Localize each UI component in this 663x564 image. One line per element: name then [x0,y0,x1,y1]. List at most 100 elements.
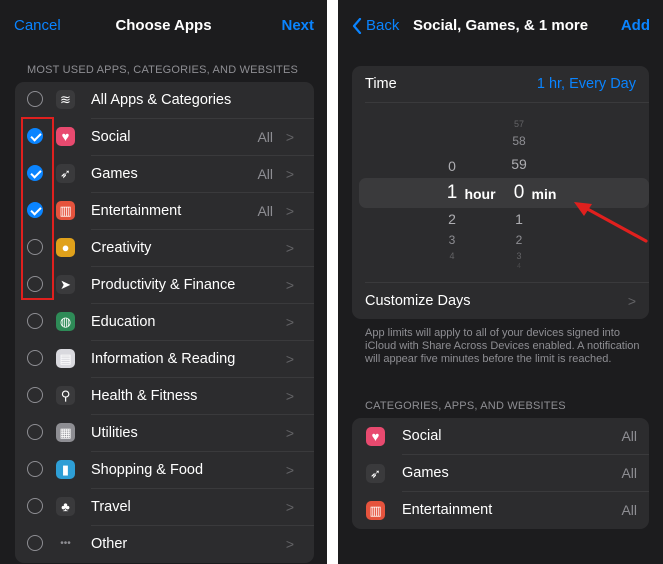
category-label: Games [91,166,138,182]
category-row[interactable]: ▤ Information & Reading > [15,341,314,378]
minute-unit-label: min [531,186,557,202]
selected-category-row[interactable]: ➶ Games All [352,455,649,492]
chevron-right-icon[interactable]: > [286,240,294,256]
category-value: All [257,129,273,145]
category-label: Games [402,465,449,481]
category-row[interactable]: ♣ Travel > [15,489,314,526]
category-row[interactable]: ⚲ Health & Fitness > [15,378,314,415]
chevron-right-icon[interactable]: > [286,425,294,441]
checkbox-unchecked[interactable] [27,498,43,514]
category-label: Utilities [91,425,138,441]
category-label: Entertainment [402,502,493,518]
category-row[interactable]: ▮ Shopping & Food > [15,452,314,489]
minute-option[interactable]: 1 [504,211,534,227]
time-label: Time [365,76,397,92]
category-row[interactable]: ••• Other > [15,526,314,563]
category-row[interactable]: ≋ All Apps & Categories [15,82,314,119]
customize-days-label: Customize Days [365,293,471,309]
category-value: All [621,502,637,518]
category-value: All [257,166,273,182]
hour-option[interactable]: 2 [437,211,467,227]
next-button[interactable]: Next [281,17,314,34]
hour-option[interactable]: 0 [437,158,467,174]
section-header: MOST USED APPS, CATEGORIES, AND WEBSITES [27,64,299,76]
hour-option[interactable]: 4 [437,251,467,261]
checkbox-unchecked[interactable] [27,350,43,366]
category-value: All [257,203,273,219]
paper-plane-icon: ➤ [56,275,75,294]
popcorn-icon: ▥ [56,201,75,220]
category-row[interactable]: ● Creativity > [15,230,314,267]
add-button[interactable]: Add [621,17,650,34]
category-row[interactable]: ➤ Productivity & Finance > [15,267,314,304]
category-label: Social [91,129,131,145]
shopping-bag-icon: ▮ [56,460,75,479]
calculator-icon: ▦ [56,423,75,442]
category-label: Entertainment [91,203,182,219]
chevron-right-icon: > [627,293,636,309]
stack-icon: ≋ [56,90,75,109]
category-row[interactable]: ♥ Social All > [15,119,314,156]
category-value: All [621,428,637,444]
chevron-right-icon[interactable]: > [286,536,294,552]
category-label: Information & Reading [91,351,236,367]
category-row[interactable]: ▦ Utilities > [15,415,314,452]
minute-option[interactable]: 2 [504,233,534,247]
category-label: Travel [91,499,131,515]
checkbox-unchecked[interactable] [27,424,43,440]
category-label: Social [402,428,442,444]
page-title: Choose Apps [115,17,212,34]
bicycle-icon: ⚲ [56,386,75,405]
minute-option[interactable]: 59 [504,156,534,172]
category-label: Productivity & Finance [91,277,236,293]
category-label: Education [91,314,156,330]
category-label: Health & Fitness [91,388,198,404]
chevron-right-icon[interactable]: > [286,462,294,478]
selected-category-row[interactable]: ♥ Social All [352,418,649,455]
checkbox-unchecked[interactable] [27,535,43,551]
chevron-right-icon[interactable]: > [286,499,294,515]
hour-unit-label: hour [464,186,496,202]
chevron-right-icon[interactable]: > [286,314,294,330]
category-row[interactable]: ▥ Entertainment All > [15,193,314,230]
globe-icon: ◍ [56,312,75,331]
selected-categories-list: ♥ Social All ➶ Games All ▥ Entertainment All [352,418,649,529]
chevron-right-icon[interactable]: > [286,166,294,182]
red-arrow-annotation [574,202,648,243]
choose-apps-screen: Cancel Choose Apps Next MOST USED APPS, … [0,0,327,564]
time-card: Time 1 hr, Every Day 0 1 hour 2 3 4 57 5… [352,66,649,319]
minute-option[interactable]: 57 [504,119,534,129]
chevron-right-icon[interactable]: > [286,129,294,145]
minute-option[interactable]: 3 [504,251,534,261]
hour-option[interactable]: 3 [437,233,467,247]
category-row[interactable]: ➶ Games All > [15,156,314,193]
social-icon: ♥ [56,127,75,146]
time-picker[interactable]: 0 1 hour 2 3 4 57 58 59 0 min 1 2 3 4 [352,103,649,281]
selected-category-row[interactable]: ▥ Entertainment All [352,492,649,529]
chevron-right-icon[interactable]: > [286,277,294,293]
limit-footnote: App limits will apply to all of your dev… [365,327,640,365]
rocket-icon: ➶ [366,464,385,483]
selection-highlight-box [21,117,54,300]
chevron-right-icon[interactable]: > [286,203,294,219]
time-row[interactable]: Time 1 hr, Every Day [352,66,649,102]
chevron-right-icon[interactable]: > [286,388,294,404]
checkbox-unchecked[interactable] [27,387,43,403]
social-icon: ♥ [366,427,385,446]
nav-bar: Cancel Choose Apps Next [0,0,327,52]
category-label: Other [91,536,128,552]
ellipsis-icon: ••• [60,538,71,549]
chevron-right-icon[interactable]: > [286,351,294,367]
category-value: All [621,465,637,481]
category-row[interactable]: ◍ Education > [15,304,314,341]
book-icon: ▤ [56,349,75,368]
rocket-icon: ➶ [56,164,75,183]
category-label: Creativity [91,240,152,256]
minute-option[interactable]: 4 [504,263,534,270]
customize-days-row[interactable]: Customize Days > [352,283,649,319]
minute-option[interactable]: 58 [504,134,534,148]
category-label: All Apps & Categories [91,92,232,108]
checkbox-unchecked[interactable] [27,313,43,329]
checkbox-unchecked[interactable] [27,91,43,107]
checkbox-unchecked[interactable] [27,461,43,477]
